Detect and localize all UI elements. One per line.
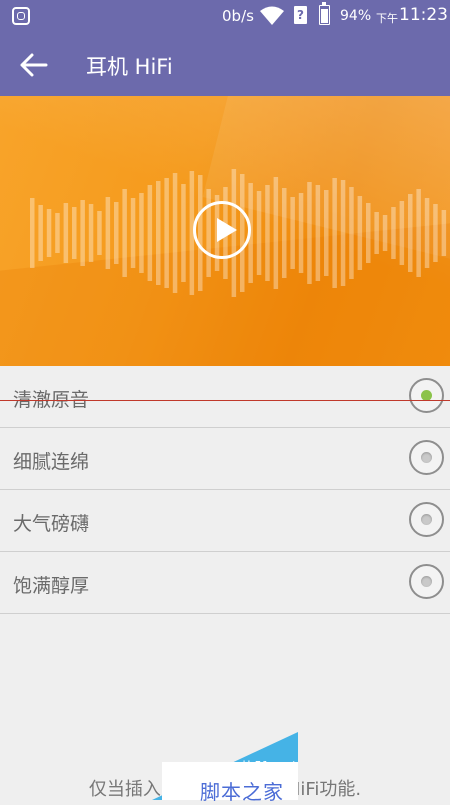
equalizer-bar <box>114 202 119 264</box>
mode-label: 饱满醇厚 <box>13 575 90 597</box>
equalizer-bar <box>130 198 136 268</box>
sim-status-icon: ? <box>294 6 307 24</box>
equalizer-bar <box>147 185 153 281</box>
equalizer-bar <box>38 205 43 261</box>
equalizer-bar <box>273 177 279 289</box>
equalizer-bar <box>105 197 111 269</box>
mode-item-grand[interactable]: 大气磅礴 <box>0 490 450 552</box>
mode-radio[interactable] <box>409 564 444 599</box>
mode-radio[interactable] <box>409 440 444 475</box>
play-button[interactable] <box>193 201 251 259</box>
equalizer-bar <box>256 191 262 275</box>
equalizer-bar <box>30 198 35 268</box>
equalizer-bar <box>298 193 304 273</box>
equalizer-bar <box>46 209 52 257</box>
battery-icon <box>319 2 330 25</box>
equalizer-bar <box>72 207 77 259</box>
hifi-banner <box>0 96 450 366</box>
mode-item-clear[interactable]: 清澈原音 <box>0 366 450 428</box>
arrow-left-icon <box>20 53 48 77</box>
radio-dot <box>421 576 432 587</box>
equalizer-bar <box>399 201 405 265</box>
app-notification-icon <box>12 7 30 25</box>
mode-label: 大气磅礴 <box>13 513 90 535</box>
back-button[interactable] <box>14 47 54 83</box>
equalizer-bar <box>181 184 186 282</box>
radio-dot <box>421 514 432 525</box>
equalizer-bar <box>139 193 144 273</box>
equalizer-bar <box>416 189 421 277</box>
watermark-site: jb51.net <box>240 759 298 773</box>
equalizer-bar <box>282 188 287 278</box>
equalizer-bar <box>164 178 169 288</box>
equalizer-bar <box>332 178 337 288</box>
mode-label: 细腻连绵 <box>13 451 90 473</box>
app-bar: 耳机 HiFi <box>0 34 450 96</box>
battery-percent: 94% <box>340 8 372 24</box>
wifi-icon <box>260 6 284 25</box>
equalizer-bar <box>340 180 346 286</box>
equalizer-bar <box>357 196 363 270</box>
equalizer-bar <box>290 197 295 269</box>
equalizer-bar <box>97 211 102 255</box>
equalizer-bar <box>441 210 447 256</box>
mode-item-rich[interactable]: 饱满醇厚 <box>0 552 450 614</box>
equalizer-bar <box>366 203 371 263</box>
equalizer-bar <box>80 200 85 266</box>
equalizer-bar <box>55 213 60 253</box>
watermark: jb51.net 脚本之家 <box>152 732 298 804</box>
equalizer-bar <box>315 185 321 281</box>
equalizer-bar <box>63 203 69 263</box>
annotation-line <box>0 400 450 401</box>
equalizer-bar <box>424 198 430 268</box>
equalizer-bar <box>265 185 270 281</box>
equalizer-bar <box>408 194 413 272</box>
equalizer-bar <box>349 187 354 279</box>
equalizer-bar <box>88 204 94 262</box>
footer-note-start: 仅当插入 <box>88 779 161 800</box>
watermark-name: 脚本之家 <box>200 780 284 804</box>
clock-ampm: 下午 <box>376 12 398 25</box>
network-speed: 0b/s <box>222 7 254 25</box>
mode-label: 清澈原音 <box>13 389 90 411</box>
equalizer-bar <box>307 182 312 284</box>
equalizer-bar <box>324 190 329 276</box>
mode-radio[interactable] <box>409 502 444 537</box>
equalizer-bar <box>374 212 379 254</box>
page-title: 耳机 HiFi <box>86 55 173 79</box>
mode-radio[interactable] <box>409 378 444 413</box>
equalizer-bar <box>172 173 178 293</box>
equalizer-bar <box>156 181 161 285</box>
equalizer-bar <box>433 204 438 262</box>
sound-mode-list: 清澈原音 细腻连绵 大气磅礴 饱满醇厚 <box>0 366 450 614</box>
equalizer-bar <box>391 207 396 259</box>
mode-item-delicate[interactable]: 细腻连绵 <box>0 428 450 490</box>
clock-time: 11:23 <box>399 5 448 25</box>
equalizer-bar <box>122 189 127 277</box>
equalizer-bar <box>382 215 388 251</box>
status-bar: 0b/s ? 94% 下午 11:23 <box>0 0 450 34</box>
radio-dot <box>421 452 432 463</box>
